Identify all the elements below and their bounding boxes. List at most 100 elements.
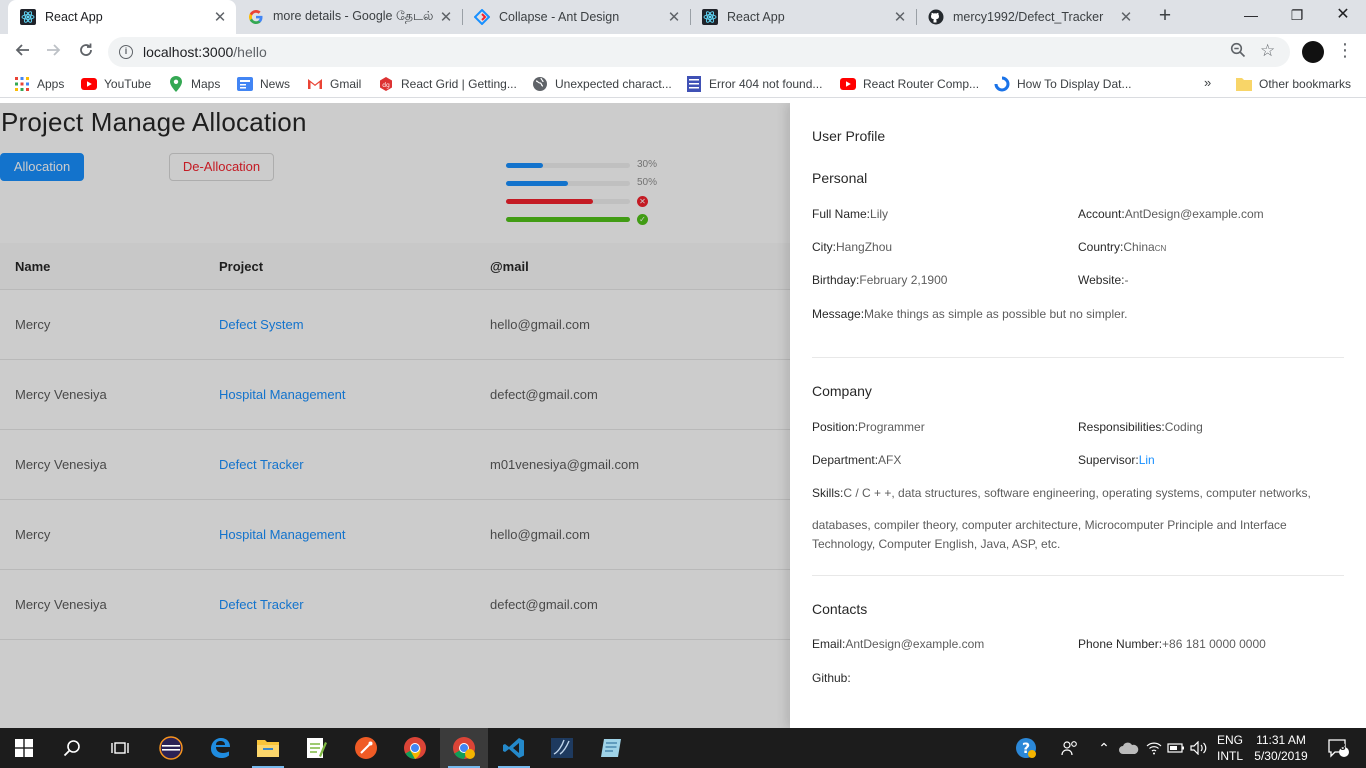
field-label: Department: xyxy=(812,453,879,467)
chrome-menu-icon[interactable]: ⋮ xyxy=(1336,40,1354,61)
input-language-indicator[interactable]: ENG INTL xyxy=(1213,732,1247,764)
help-icon[interactable]: ? xyxy=(1012,728,1040,768)
tab-title: mercy1992/Defect_Tracker xyxy=(953,10,1104,24)
search-button[interactable] xyxy=(48,728,96,768)
drawer-mask-overlay[interactable] xyxy=(0,103,790,728)
action-center-button[interactable]: 3 xyxy=(1320,728,1356,768)
close-tab-icon[interactable]: ✕ xyxy=(438,8,454,26)
bookmark-unexpected-character[interactable]: Unexpected charact... xyxy=(532,75,672,93)
volume-icon[interactable] xyxy=(1188,728,1210,768)
bookmark-react-grid[interactable]: dg React Grid | Getting... xyxy=(378,75,517,93)
taskbar-chrome-profile[interactable] xyxy=(440,728,488,768)
field-account: Account:AntDesign@example.com xyxy=(1078,207,1264,221)
taskbar-notepad-plus[interactable] xyxy=(292,728,340,768)
loader-icon xyxy=(994,76,1010,92)
clock[interactable]: 11:31 AM 5/30/2019 xyxy=(1249,732,1313,764)
svg-text:dg: dg xyxy=(382,82,390,89)
bookmark-react-router[interactable]: React Router Comp... xyxy=(840,75,979,93)
taskbar-sql-server[interactable] xyxy=(538,728,586,768)
field-label: Github: xyxy=(812,671,851,685)
ant-design-icon xyxy=(474,9,490,25)
bookmark-star-icon[interactable]: ☆ xyxy=(1260,41,1275,61)
field-skills: Skills:C / C + +, data structures, softw… xyxy=(812,486,1311,500)
youtube-icon xyxy=(840,76,856,92)
notepad-plus-plus-icon xyxy=(307,738,327,758)
tab-react-app-2[interactable]: React App ✕ xyxy=(690,0,916,34)
close-tab-icon[interactable]: ✕ xyxy=(892,8,908,26)
field-label: Full Name: xyxy=(812,207,871,221)
bookmark-maps[interactable]: Maps xyxy=(168,75,220,93)
show-hidden-icons-chevron-icon[interactable]: ⌃ xyxy=(1094,728,1114,768)
field-country: Country:ChinaCN xyxy=(1078,240,1166,254)
bookmark-youtube[interactable]: YouTube xyxy=(81,75,151,93)
field-value: +86 181 0000 0000 xyxy=(1162,637,1266,651)
bookmark-apps[interactable]: Apps xyxy=(14,75,64,93)
people-icon[interactable] xyxy=(1058,728,1082,768)
tab-google-search[interactable]: more details - Google தேடல் ✕ xyxy=(236,0,462,34)
field-responsibilities: Responsibilities:Coding xyxy=(1078,420,1203,434)
reload-button[interactable] xyxy=(74,40,98,64)
profile-avatar[interactable] xyxy=(1302,41,1324,63)
web-page: Project Manage Allocation Allocation De-… xyxy=(0,103,1366,728)
folder-icon xyxy=(1236,76,1252,92)
language-code: ENG xyxy=(1216,733,1243,747)
country-code: CN xyxy=(1154,244,1167,253)
windows-logo-icon xyxy=(15,739,33,757)
bookmark-label: Other bookmarks xyxy=(1259,77,1352,91)
bookmark-gmail[interactable]: Gmail xyxy=(307,75,361,93)
field-message: Message:Make things as simple as possibl… xyxy=(812,307,1128,321)
zoom-icon[interactable] xyxy=(1230,42,1246,62)
field-value: February 2,1900 xyxy=(859,273,948,287)
close-window-button[interactable]: ✕ xyxy=(1320,0,1366,32)
address-bar[interactable]: i localhost:3000/hello ☆ xyxy=(108,37,1290,67)
field-value: AntDesign@example.com xyxy=(1124,207,1264,221)
tab-title: more details - Google தேடல் xyxy=(273,9,434,23)
new-tab-button[interactable]: + xyxy=(1154,5,1176,27)
field-birthday: Birthday:February 2,1900 xyxy=(812,273,947,287)
bookmarks-overflow-button[interactable]: » xyxy=(1204,75,1211,90)
taskbar-edge[interactable] xyxy=(196,728,244,768)
taskbar-notes-app[interactable] xyxy=(587,728,635,768)
field-department: Department:AFX xyxy=(812,453,901,467)
back-button[interactable] xyxy=(10,40,34,64)
keyboard-layout: INTL xyxy=(1216,749,1243,763)
bookmark-how-to-display[interactable]: How To Display Dat... xyxy=(994,75,1132,93)
notification-count: 3 xyxy=(1340,742,1346,753)
restore-button[interactable]: ❐ xyxy=(1274,0,1320,32)
google-icon xyxy=(248,9,264,25)
field-phone: Phone Number:+86 181 0000 0000 xyxy=(1078,637,1266,651)
site-info-icon[interactable]: i xyxy=(119,45,133,59)
supervisor-link[interactable]: Lin xyxy=(1139,453,1155,467)
start-button[interactable] xyxy=(0,728,48,768)
task-view-button[interactable] xyxy=(96,728,144,768)
field-label: Phone Number: xyxy=(1078,637,1163,651)
onedrive-icon[interactable] xyxy=(1118,728,1140,768)
taskbar-vscode[interactable] xyxy=(490,728,538,768)
forward-button[interactable] xyxy=(42,40,66,64)
bookmark-news[interactable]: News xyxy=(237,75,290,93)
taskbar-file-explorer[interactable] xyxy=(244,728,292,768)
taskbar-postman[interactable] xyxy=(342,728,390,768)
eclipse-icon xyxy=(159,736,183,760)
tab-react-app-1[interactable]: React App ✕ xyxy=(8,0,236,34)
field-label: Email: xyxy=(812,637,846,651)
close-tab-icon[interactable]: ✕ xyxy=(666,8,682,26)
field-value: Programmer xyxy=(858,420,925,434)
field-label: Website: xyxy=(1078,273,1125,287)
search-icon xyxy=(63,740,80,757)
bookmark-error-404[interactable]: Error 404 not found... xyxy=(686,75,822,93)
minimize-button[interactable]: — xyxy=(1228,0,1274,32)
taskbar-chrome[interactable] xyxy=(391,728,439,768)
close-tab-icon[interactable]: ✕ xyxy=(212,8,228,26)
chrome-icon xyxy=(404,737,426,759)
tab-github-defect-tracker[interactable]: mercy1992/Defect_Tracker ✕ xyxy=(916,0,1142,34)
tab-collapse-ant-design[interactable]: Collapse - Ant Design ✕ xyxy=(462,0,690,34)
browser-toolbar: i localhost:3000/hello ☆ ⋮ xyxy=(0,34,1366,70)
taskbar-eclipse[interactable] xyxy=(147,728,195,768)
tab-strip: React App ✕ more details - Google தேடல் … xyxy=(0,0,1366,34)
field-label: Responsibilities: xyxy=(1078,420,1165,434)
wifi-icon[interactable] xyxy=(1144,728,1164,768)
battery-icon[interactable] xyxy=(1166,728,1186,768)
close-tab-icon[interactable]: ✕ xyxy=(1118,8,1134,26)
other-bookmarks[interactable]: Other bookmarks xyxy=(1236,75,1351,93)
